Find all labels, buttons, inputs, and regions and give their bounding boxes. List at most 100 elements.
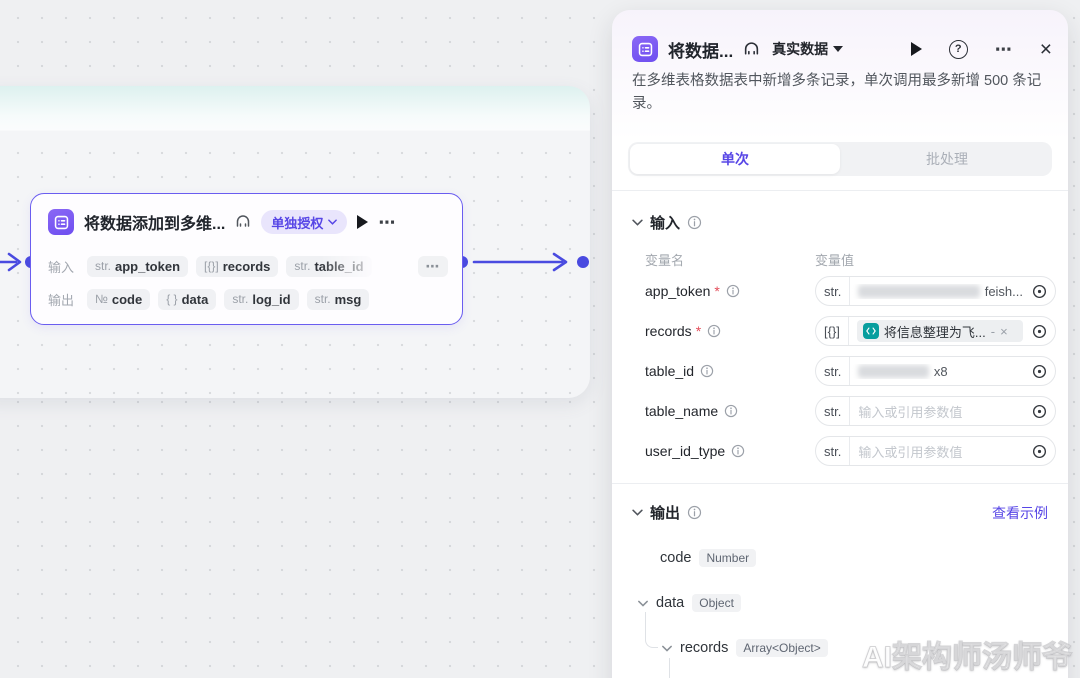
node-output-label: 输出 xyxy=(48,290,78,309)
type-prefix: [{}] xyxy=(204,259,219,273)
node-run-button[interactable] xyxy=(357,215,368,229)
node-input-tags: str.app_token [{}]records str.table_id s… xyxy=(87,256,387,277)
param-label-table-name: table_name xyxy=(645,396,738,426)
param-name: log_id xyxy=(252,292,290,307)
type-prefix: str. xyxy=(315,292,331,306)
info-icon xyxy=(724,404,738,418)
reference-label: 将信息整理为飞... xyxy=(884,322,986,341)
divider xyxy=(612,190,1068,191)
param-tag[interactable]: [{}] records xyxy=(196,256,278,277)
bitable-icon xyxy=(48,209,74,235)
bitable-icon xyxy=(632,36,658,62)
value-field-table-id[interactable]: str. x8 xyxy=(815,356,1056,386)
chevron-down-icon[interactable] xyxy=(662,645,672,652)
reference-picker-icon[interactable] xyxy=(1031,283,1048,300)
param-tag[interactable]: №code xyxy=(87,289,150,310)
param-name: records xyxy=(645,323,692,339)
tree-connector xyxy=(669,658,670,678)
type-prefix: str. xyxy=(95,259,111,273)
value-field-app-token[interactable]: str. feish... xyxy=(815,276,1056,306)
placeholder-text: 输入或引用参数值 xyxy=(858,442,962,461)
reference-chip[interactable]: 将信息整理为飞... - × xyxy=(857,320,1023,342)
required-mark: * xyxy=(696,323,701,339)
output-field-code: code Number xyxy=(660,547,756,569)
mode-tabs: 单次 批处理 xyxy=(628,142,1052,176)
input-section-header[interactable]: 输入 xyxy=(632,211,702,233)
info-icon xyxy=(731,444,745,458)
next-node-port[interactable] xyxy=(577,256,589,268)
divider xyxy=(612,483,1068,484)
param-tag[interactable]: str.table_id xyxy=(286,256,371,277)
param-label-user-id-type: user_id_type xyxy=(645,436,745,466)
type-prefix: { } xyxy=(166,292,177,306)
help-icon[interactable]: ? xyxy=(949,40,968,59)
node-more-button[interactable]: ⋯ xyxy=(378,214,396,231)
field-name: code xyxy=(660,550,691,566)
remove-reference-icon[interactable]: × xyxy=(1000,324,1008,339)
param-name: msg xyxy=(335,292,362,307)
auth-dropdown[interactable]: 单独授权 xyxy=(261,210,347,234)
value-field-table-name[interactable]: str. 输入或引用参数值 xyxy=(815,396,1056,426)
field-name: data xyxy=(656,595,684,611)
close-icon[interactable]: × xyxy=(1040,39,1052,60)
param-tag[interactable]: str. app_token xyxy=(87,256,188,277)
info-icon xyxy=(707,324,721,338)
type-prefix: str. xyxy=(816,357,850,385)
panel-title: 将数据... xyxy=(668,37,733,62)
type-prefix: [{}] xyxy=(816,317,849,345)
view-example-link[interactable]: 查看示例 xyxy=(992,503,1048,523)
value-field-records[interactable]: [{}] 将信息整理为飞... - × xyxy=(815,316,1056,346)
workflow-node-bitable[interactable]: 将数据添加到多维... 单独授权 ⋯ 输入 str.app_token [{}]… xyxy=(30,193,463,325)
run-button[interactable] xyxy=(911,42,922,56)
type-prefix: str. xyxy=(816,397,850,425)
value-field-user-id-type[interactable]: str. 输入或引用参数值 xyxy=(815,436,1056,466)
more-params-button[interactable]: ⋯ xyxy=(418,256,448,277)
redacted-value xyxy=(858,365,928,378)
chevron-down-icon[interactable] xyxy=(638,600,648,607)
data-mode-dropdown[interactable]: 真实数据 xyxy=(772,39,843,59)
info-icon xyxy=(700,364,714,378)
param-name: records xyxy=(223,259,271,274)
type-prefix: str. xyxy=(232,292,248,306)
chevron-down-icon xyxy=(328,219,337,225)
reference-picker-icon[interactable] xyxy=(1031,323,1048,340)
info-icon xyxy=(726,284,740,298)
panel-more-button[interactable]: ⋯ xyxy=(995,41,1013,58)
chevron-down-icon[interactable] xyxy=(632,509,643,516)
type-prefix: str. xyxy=(816,437,850,465)
chevron-down-icon[interactable] xyxy=(632,219,643,226)
column-header-name: 变量名 xyxy=(645,250,684,269)
output-field-records: records Array<Object> xyxy=(662,637,828,659)
info-icon xyxy=(687,505,702,520)
connector-icon xyxy=(235,214,251,230)
node-input-row: 输入 str.app_token [{}]records str.table_i… xyxy=(48,254,410,278)
caret-down-icon xyxy=(833,46,843,53)
reference-picker-icon[interactable] xyxy=(1031,363,1048,380)
output-section-header[interactable]: 输出 xyxy=(632,501,702,523)
param-name: table_id xyxy=(314,259,363,274)
tab-single[interactable]: 单次 xyxy=(630,144,840,174)
param-label-table-id: table_id xyxy=(645,356,714,386)
param-label-records: records* xyxy=(645,316,721,346)
param-name: table_name xyxy=(645,403,718,419)
tree-connector xyxy=(645,612,658,648)
param-tag[interactable]: str. log_id xyxy=(224,289,298,310)
param-tag[interactable]: str. msg xyxy=(307,289,370,310)
param-name: user_id_type xyxy=(645,443,725,459)
param-tag[interactable]: { }data xyxy=(158,289,216,310)
redacted-value xyxy=(858,285,979,298)
required-mark: * xyxy=(714,283,719,299)
param-name: app_token xyxy=(645,283,710,299)
param-tag[interactable]: str. xyxy=(380,256,387,277)
column-header-value: 变量值 xyxy=(815,250,854,269)
reference-picker-icon[interactable] xyxy=(1031,443,1048,460)
data-mode-label: 真实数据 xyxy=(772,39,828,59)
section-title: 输入 xyxy=(650,212,680,233)
tab-batch[interactable]: 批处理 xyxy=(842,142,1052,176)
reference-picker-icon[interactable] xyxy=(1031,403,1048,420)
node-description: 在多维表格数据表中新增多条记录，单次调用最多新增 500 条记录。 xyxy=(632,70,1052,116)
field-type-badge: Number xyxy=(699,549,756,567)
connector-icon xyxy=(743,41,760,58)
param-name: app_token xyxy=(115,259,180,274)
placeholder-text: 输入或引用参数值 xyxy=(858,402,962,421)
